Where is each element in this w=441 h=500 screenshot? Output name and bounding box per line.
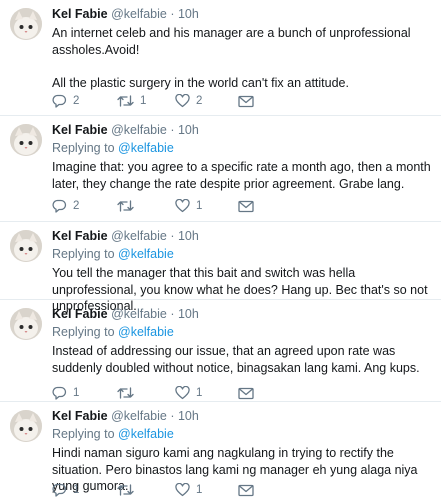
tweet[interactable]: Kel Fabie @kelfabie · 10h Replying to @k… bbox=[0, 116, 441, 222]
timestamp[interactable]: 10h bbox=[178, 307, 199, 321]
timestamp[interactable]: 10h bbox=[178, 229, 199, 243]
replying-to-mention[interactable]: @kelfabie bbox=[118, 141, 174, 155]
reply-button[interactable]: 2 bbox=[52, 198, 79, 214]
handle[interactable]: @kelfabie bbox=[111, 229, 167, 243]
tweet[interactable]: Kel Fabie @kelfabie · 10h An internet ce… bbox=[0, 0, 441, 116]
replying-to: Replying to @kelfabie bbox=[52, 140, 433, 156]
reply-count: 1 bbox=[73, 387, 80, 399]
direct-message-button[interactable] bbox=[238, 93, 254, 109]
reply-icon bbox=[52, 386, 67, 400]
tweet-header: Kel Fabie @kelfabie · 10h bbox=[52, 6, 433, 22]
tweet-text: Instead of addressing our issue, that an… bbox=[52, 344, 420, 375]
reply-count: 1 bbox=[73, 484, 80, 496]
reply-button[interactable]: 1 bbox=[52, 385, 79, 401]
retweet-button[interactable] bbox=[117, 385, 140, 401]
cat-avatar-icon bbox=[10, 308, 42, 340]
reply-button[interactable]: 1 bbox=[52, 482, 79, 498]
avatar[interactable] bbox=[10, 230, 42, 262]
timestamp[interactable]: 10h bbox=[178, 123, 199, 137]
direct-message-button[interactable] bbox=[238, 198, 254, 214]
replying-to: Replying to @kelfabie bbox=[52, 426, 433, 442]
heart-icon bbox=[175, 94, 190, 108]
separator: · bbox=[170, 409, 175, 423]
timestamp[interactable]: 10h bbox=[178, 7, 199, 21]
tweet-header: Kel Fabie @kelfabie · 10h bbox=[52, 228, 433, 244]
separator: · bbox=[170, 229, 175, 243]
retweet-icon bbox=[117, 200, 134, 212]
separator: · bbox=[170, 7, 175, 21]
envelope-icon bbox=[238, 484, 254, 496]
tweet-header: Kel Fabie @kelfabie · 10h bbox=[52, 122, 433, 138]
tweet[interactable]: Kel Fabie @kelfabie · 10h Replying to @k… bbox=[0, 222, 441, 313]
reply-icon bbox=[52, 483, 67, 497]
cat-avatar-icon bbox=[10, 124, 42, 156]
replying-to-label: Replying to bbox=[52, 325, 119, 339]
display-name[interactable]: Kel Fabie bbox=[52, 7, 108, 21]
tweet[interactable]: Kel Fabie @kelfabie · 10h Replying to @k… bbox=[0, 402, 441, 500]
display-name[interactable]: Kel Fabie bbox=[52, 229, 108, 243]
direct-message-button[interactable] bbox=[238, 385, 254, 401]
display-name[interactable]: Kel Fabie bbox=[52, 307, 108, 321]
avatar[interactable] bbox=[10, 8, 42, 40]
envelope-icon bbox=[238, 200, 254, 212]
timeline: Kel Fabie @kelfabie · 10h An internet ce… bbox=[0, 0, 441, 500]
heart-icon bbox=[175, 483, 190, 497]
reply-button[interactable]: 2 bbox=[52, 93, 79, 109]
cat-avatar-icon bbox=[10, 230, 42, 262]
handle[interactable]: @kelfabie bbox=[111, 409, 167, 423]
cat-avatar-icon bbox=[10, 8, 42, 40]
retweet-icon bbox=[117, 484, 134, 496]
replying-to-mention[interactable]: @kelfabie bbox=[118, 247, 174, 261]
retweet-button[interactable] bbox=[117, 198, 140, 214]
timestamp[interactable]: 10h bbox=[178, 409, 199, 423]
like-button[interactable]: 1 bbox=[175, 385, 202, 401]
display-name[interactable]: Kel Fabie bbox=[52, 409, 108, 423]
handle[interactable]: @kelfabie bbox=[111, 307, 167, 321]
like-count: 1 bbox=[196, 484, 203, 496]
replying-to-label: Replying to bbox=[52, 427, 119, 441]
envelope-icon bbox=[238, 95, 254, 107]
retweet-icon bbox=[117, 387, 134, 399]
replying-to-mention[interactable]: @kelfabie bbox=[118, 427, 174, 441]
tweet-header: Kel Fabie @kelfabie · 10h bbox=[52, 408, 433, 424]
like-button[interactable]: 1 bbox=[175, 198, 202, 214]
replying-to-label: Replying to bbox=[52, 247, 119, 261]
retweet-button[interactable] bbox=[117, 482, 140, 498]
avatar[interactable] bbox=[10, 410, 42, 442]
handle[interactable]: @kelfabie bbox=[111, 123, 167, 137]
like-count: 2 bbox=[196, 95, 203, 107]
heart-icon bbox=[175, 386, 190, 400]
reply-icon bbox=[52, 199, 67, 213]
retweet-icon bbox=[117, 95, 134, 107]
replying-to-mention[interactable]: @kelfabie bbox=[118, 325, 174, 339]
like-button[interactable]: 2 bbox=[175, 93, 202, 109]
avatar[interactable] bbox=[10, 124, 42, 156]
replying-to-label: Replying to bbox=[52, 141, 119, 155]
separator: · bbox=[170, 123, 175, 137]
separator: · bbox=[170, 307, 175, 321]
tweet-text: Imagine that: you agree to a specific ra… bbox=[52, 160, 435, 191]
direct-message-button[interactable] bbox=[238, 482, 254, 498]
tweet-header: Kel Fabie @kelfabie · 10h bbox=[52, 306, 433, 322]
reply-icon bbox=[52, 94, 67, 108]
cat-avatar-icon bbox=[10, 410, 42, 442]
reply-count: 2 bbox=[73, 200, 80, 212]
envelope-icon bbox=[238, 387, 254, 399]
retweet-count: 1 bbox=[140, 95, 147, 107]
handle[interactable]: @kelfabie bbox=[111, 7, 167, 21]
tweet[interactable]: Kel Fabie @kelfabie · 10h Replying to @k… bbox=[0, 300, 441, 402]
display-name[interactable]: Kel Fabie bbox=[52, 123, 108, 137]
avatar[interactable] bbox=[10, 308, 42, 340]
replying-to: Replying to @kelfabie bbox=[52, 246, 433, 262]
like-button[interactable]: 1 bbox=[175, 482, 202, 498]
replying-to: Replying to @kelfabie bbox=[52, 324, 433, 340]
tweet-text: An internet celeb and his manager are a … bbox=[52, 26, 411, 90]
like-count: 1 bbox=[196, 200, 203, 212]
like-count: 1 bbox=[196, 387, 203, 399]
heart-icon bbox=[175, 199, 190, 213]
retweet-button[interactable]: 1 bbox=[117, 93, 146, 109]
reply-count: 2 bbox=[73, 95, 80, 107]
